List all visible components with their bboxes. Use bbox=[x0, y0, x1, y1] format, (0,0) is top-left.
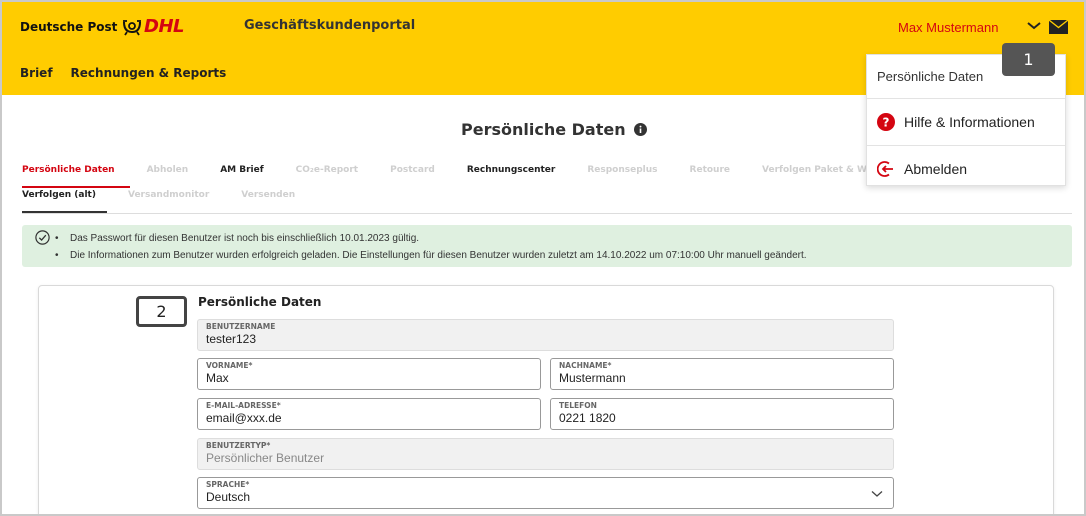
field-value[interactable]: email@xxx.de bbox=[206, 411, 532, 425]
dhl-logo-text: DHL bbox=[144, 16, 184, 37]
form-title: Persönliche Daten bbox=[198, 295, 322, 309]
tabs-divider bbox=[22, 213, 1072, 214]
info-icon[interactable] bbox=[633, 123, 647, 136]
deutsche-post-logo[interactable]: Deutsche Post bbox=[20, 18, 143, 36]
first-name-field[interactable]: VORNAME* Max bbox=[197, 358, 541, 390]
username-field: BENUTZERNAME tester123 bbox=[197, 319, 894, 351]
top-nav: Brief Rechnungen & Reports bbox=[20, 66, 226, 80]
chevron-down-icon[interactable] bbox=[1027, 21, 1041, 31]
field-value[interactable]: Mustermann bbox=[559, 371, 885, 385]
field-value[interactable]: Max bbox=[206, 371, 532, 385]
menu-item-label: Hilfe & Informationen bbox=[904, 114, 1035, 130]
phone-field[interactable]: TELEFON 0221 1820 bbox=[550, 398, 894, 430]
field-label: E-MAIL-ADRESSE* bbox=[206, 401, 281, 410]
tab-rechnungscenter[interactable]: Rechnungscenter bbox=[467, 165, 556, 175]
tab-postcard[interactable]: Postcard bbox=[390, 165, 435, 175]
menu-item-abmelden[interactable]: Abmelden bbox=[867, 146, 1065, 185]
tabs-row-2: Verfolgen (alt) Versandmonitor Versenden bbox=[22, 190, 1072, 200]
brand-name: Deutsche Post bbox=[20, 20, 118, 34]
app-frame: Deutsche Post DHL Geschäftskundenportal … bbox=[0, 0, 1086, 516]
help-icon: ? bbox=[877, 113, 895, 131]
tab-am-brief[interactable]: AM Brief bbox=[220, 165, 263, 175]
page-title-text: Persönliche Daten bbox=[461, 120, 626, 139]
tab-verfolgen-alt[interactable]: Verfolgen (alt) bbox=[22, 190, 96, 200]
tab-responseplus[interactable]: Responseplus bbox=[587, 165, 657, 175]
mail-icon[interactable] bbox=[1049, 20, 1068, 34]
username[interactable]: Max Mustermann bbox=[898, 20, 998, 35]
nav-brief[interactable]: Brief bbox=[20, 66, 53, 80]
nav-rechnungen-reports[interactable]: Rechnungen & Reports bbox=[71, 66, 227, 80]
field-label: BENUTZERNAME bbox=[206, 322, 276, 331]
logout-icon bbox=[877, 161, 893, 177]
user-type-field: BENUTZERTYP* Persönlicher Benutzer bbox=[197, 438, 894, 470]
language-select[interactable]: SPRACHE* Deutsch bbox=[197, 477, 894, 509]
check-circle-icon bbox=[35, 230, 50, 245]
alert-line: Die Informationen zum Benutzer wurden er… bbox=[55, 247, 807, 264]
chevron-down-icon[interactable] bbox=[871, 490, 883, 498]
success-alert: Das Passwort für diesen Benutzer ist noc… bbox=[22, 225, 1072, 267]
field-value: tester123 bbox=[206, 332, 257, 346]
tab-retoure[interactable]: Retoure bbox=[690, 165, 730, 175]
tab-versenden[interactable]: Versenden bbox=[241, 190, 295, 200]
portal-title: Geschäftskundenportal bbox=[244, 18, 416, 33]
field-label: SPRACHE* bbox=[206, 480, 250, 489]
email-field[interactable]: E-MAIL-ADRESSE* email@xxx.de bbox=[197, 398, 541, 430]
field-label: TELEFON bbox=[559, 401, 597, 410]
menu-item-label: Abmelden bbox=[904, 161, 968, 177]
last-name-field[interactable]: NACHNAME* Mustermann bbox=[550, 358, 894, 390]
field-value[interactable]: 0221 1820 bbox=[559, 411, 885, 425]
tab-co2e-report[interactable]: CO₂e-Report bbox=[296, 165, 358, 175]
alert-line: Das Passwort für diesen Benutzer ist noc… bbox=[55, 230, 807, 247]
dhl-logo[interactable]: DHL bbox=[144, 16, 184, 37]
active-tab-indicator bbox=[22, 186, 130, 188]
post-horn-icon bbox=[123, 20, 142, 36]
page-title: Persönliche Daten bbox=[461, 120, 647, 139]
field-value[interactable]: Deutsch bbox=[206, 490, 885, 504]
field-label: BENUTZERTYP* bbox=[206, 441, 271, 450]
field-label: NACHNAME* bbox=[559, 361, 612, 370]
annotation-badge-1: 1 bbox=[1002, 43, 1055, 76]
alert-messages: Das Passwort für diesen Benutzer ist noc… bbox=[55, 230, 807, 264]
menu-item-label: Persönliche Daten bbox=[877, 69, 984, 84]
annotation-badge-2: 2 bbox=[136, 296, 187, 327]
tab-versandmonitor[interactable]: Versandmonitor bbox=[128, 190, 209, 200]
field-label: VORNAME* bbox=[206, 361, 253, 370]
svg-text:?: ? bbox=[883, 116, 890, 130]
tab-abholen[interactable]: Abholen bbox=[147, 165, 189, 175]
tab-persoenliche-daten[interactable]: Persönliche Daten bbox=[22, 165, 115, 175]
menu-item-hilfe[interactable]: ? Hilfe & Informationen bbox=[867, 99, 1065, 146]
field-value: Persönlicher Benutzer bbox=[206, 451, 325, 465]
